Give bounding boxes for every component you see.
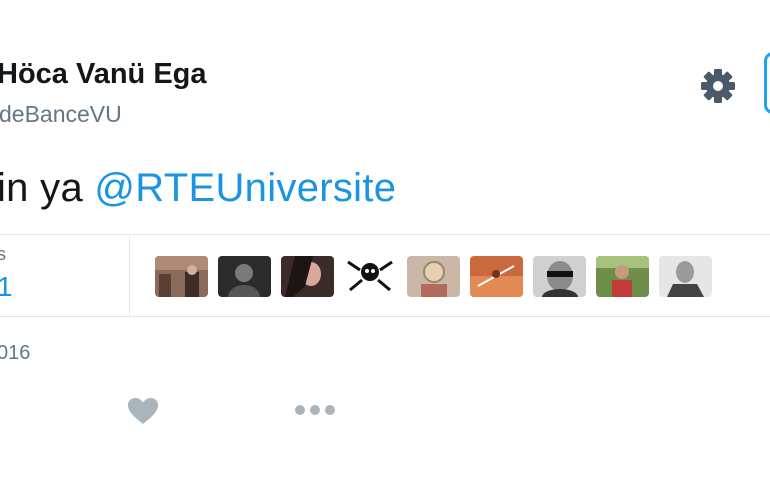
- tweet-timestamp: 016: [0, 342, 31, 364]
- more-icon[interactable]: [293, 402, 337, 418]
- likes-label: s: [0, 244, 6, 264]
- avatar[interactable]: [281, 256, 334, 297]
- tweet-text: in ya @RTEUniversite: [0, 166, 396, 211]
- avatar[interactable]: [407, 256, 460, 297]
- tweet-text-body: in ya: [0, 166, 95, 210]
- heart-icon[interactable]: [127, 397, 159, 425]
- user-handle[interactable]: deBanceVU: [0, 101, 122, 128]
- avatar[interactable]: [533, 256, 586, 297]
- avatar[interactable]: [659, 256, 712, 297]
- avatar[interactable]: [596, 256, 649, 297]
- likes-count[interactable]: 1: [0, 271, 13, 303]
- avatar[interactable]: [344, 256, 397, 297]
- avatar[interactable]: [155, 256, 208, 297]
- likers-avatars: [155, 256, 712, 297]
- stats-divider-bottom: [0, 316, 770, 317]
- avatar[interactable]: [470, 256, 523, 297]
- mention-link[interactable]: @RTEUniversite: [94, 166, 396, 210]
- follow-button[interactable]: [764, 52, 770, 114]
- stats-divider-vertical: [129, 236, 130, 316]
- stats-divider-top: [0, 234, 770, 235]
- display-name[interactable]: Höca Vanü Ega: [0, 58, 207, 91]
- avatar[interactable]: [218, 256, 271, 297]
- gear-icon[interactable]: [697, 65, 739, 107]
